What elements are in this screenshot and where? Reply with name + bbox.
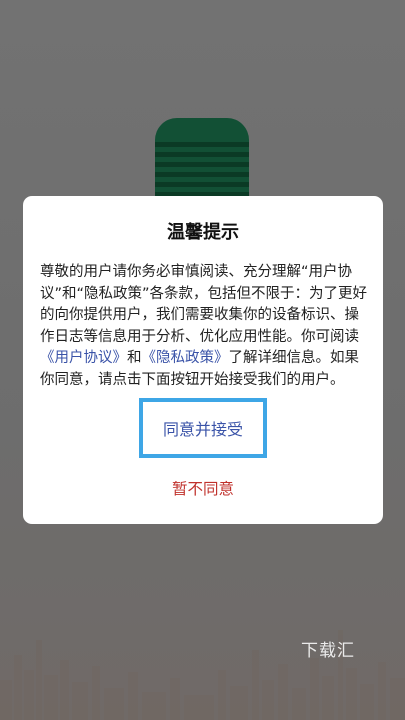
dialog-message: 尊敬的用户请你务必审慎阅读、充分理解“用户协议”和“隐私政策”各条款，包括但不限… <box>40 262 368 391</box>
disagree-button[interactable]: 暂不同意 <box>23 477 383 499</box>
dialog-title: 温馨提示 <box>167 222 239 243</box>
user-agreement-link[interactable]: 《用户协议》 <box>40 350 127 366</box>
privacy-dialog: 温馨提示 尊敬的用户请你务必审慎阅读、充分理解“用户协议”和“隐私政策”各条款，… <box>23 196 383 524</box>
message-text: 尊敬的用户请你务必审慎阅读、充分理解“用户协议”和“隐私政策”各条款，包括但不限… <box>40 264 368 345</box>
agree-button-label: 同意并接受 <box>162 420 243 439</box>
agree-button[interactable]: 同意并接受 <box>139 398 267 458</box>
message-text: 和 <box>127 350 142 366</box>
privacy-policy-link[interactable]: 《隐私政策》 <box>142 350 229 366</box>
